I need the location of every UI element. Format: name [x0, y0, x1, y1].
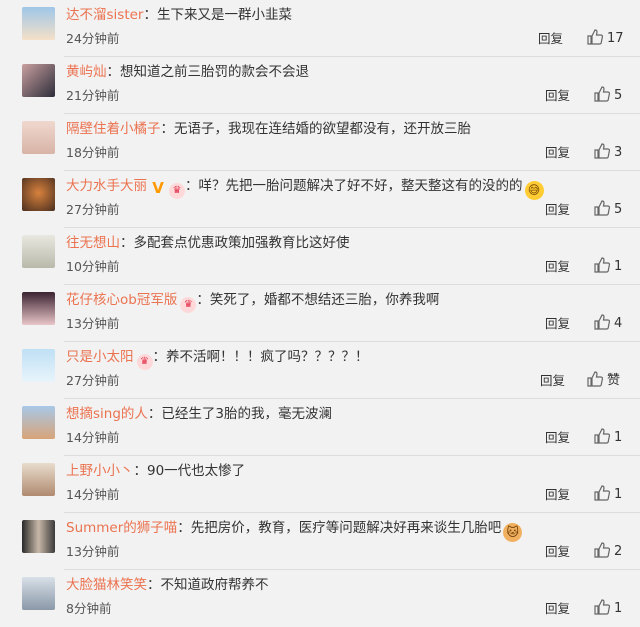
avatar[interactable]: [22, 64, 55, 97]
comment-item: 黄屿灿：想知道之前三胎罚的款会不会退 21分钟前 回复 5: [0, 57, 640, 114]
reply-button[interactable]: 回复: [545, 315, 570, 333]
thumbs-up-icon[interactable]: [586, 370, 604, 388]
timestamp: 13分钟前: [66, 544, 120, 559]
cat-emoji-icon: 🐱: [503, 523, 523, 542]
comment-text: ：无语子，我现在连结婚的欲望都没有，还开放三胎: [160, 121, 472, 137]
like-count: 1: [614, 487, 623, 502]
avatar[interactable]: [22, 349, 55, 382]
thumbs-up-icon[interactable]: [593, 85, 611, 103]
timestamp: 27分钟前: [66, 202, 120, 217]
username[interactable]: 大脸猫林笑笑: [66, 577, 147, 593]
avatar[interactable]: [22, 235, 55, 268]
comment-text: ：90一代也太惨了: [133, 463, 246, 479]
comment-text: ：先把房价，教育，医疗等问题解决好再来谈生几胎吧: [177, 520, 502, 536]
avatar[interactable]: [22, 7, 55, 40]
comment-item: 花仔核心ob冠军版 ♛ ：笑死了，婚都不想结还三胎，你养我啊 13分钟前 回复 4: [0, 285, 640, 342]
username[interactable]: 往无想山: [66, 235, 120, 251]
avatar[interactable]: [22, 292, 55, 325]
like-count: 5: [614, 88, 623, 103]
reply-button[interactable]: 回复: [545, 201, 570, 219]
avatar[interactable]: [22, 520, 55, 553]
username[interactable]: 上野小小丶: [66, 463, 134, 479]
like-count: 1: [614, 430, 623, 445]
username[interactable]: 花仔核心ob冠军版: [66, 292, 177, 308]
reply-button[interactable]: 回复: [545, 600, 570, 618]
username[interactable]: 达不溜sister: [66, 7, 143, 23]
reply-button[interactable]: 回复: [540, 372, 565, 390]
avatar[interactable]: [22, 463, 55, 496]
comment-item: 达不溜sister：生下来又是一群小韭菜 24分钟前 回复 17: [0, 0, 640, 57]
thumbs-up-icon[interactable]: [593, 427, 611, 445]
avatar[interactable]: [22, 121, 55, 154]
comment-text: ：想知道之前三胎罚的款会不会退: [106, 64, 310, 80]
avatar[interactable]: [22, 406, 55, 439]
comment-text: ：咩？先把一胎问题解决了好不好，整天整这有的没的的: [185, 178, 523, 194]
comment-item: 上野小小丶：90一代也太惨了 14分钟前 回复 1: [0, 456, 640, 513]
thumbs-up-icon[interactable]: [593, 199, 611, 217]
thumbs-up-icon[interactable]: [593, 484, 611, 502]
timestamp: 24分钟前: [66, 31, 120, 46]
reply-button[interactable]: 回复: [538, 30, 563, 48]
username[interactable]: 黄屿灿: [66, 64, 107, 80]
like-count: 1: [614, 601, 623, 616]
reply-button[interactable]: 回复: [545, 429, 570, 447]
like-count: 5: [614, 202, 623, 217]
reply-button[interactable]: 回复: [545, 144, 570, 162]
timestamp: 14分钟前: [66, 487, 120, 502]
timestamp: 14分钟前: [66, 430, 120, 445]
reply-button[interactable]: 回复: [545, 87, 570, 105]
timestamp: 18分钟前: [66, 145, 120, 160]
thumbs-up-icon[interactable]: [593, 313, 611, 331]
like-count: 3: [614, 145, 623, 160]
timestamp: 27分钟前: [66, 373, 120, 388]
comment-item: 大力水手大丽 V ♛ ：咩？先把一胎问题解决了好不好，整天整这有的没的的 😅 27分钟前…: [0, 171, 640, 228]
crown-badge-icon: ♛: [180, 297, 197, 313]
like-count: 赞: [607, 373, 621, 388]
username[interactable]: 隔壁住着小橘子: [66, 121, 161, 137]
comment-item: 隔壁住着小橘子：无语子，我现在连结婚的欲望都没有，还开放三胎 18分钟前 回复 …: [0, 114, 640, 171]
like-count: 17: [607, 31, 624, 46]
thumbs-up-icon[interactable]: [593, 541, 611, 559]
reply-button[interactable]: 回复: [545, 543, 570, 561]
comment-text: ：笑死了，婚都不想结还三胎，你养我啊: [196, 292, 440, 308]
thumbs-up-icon[interactable]: [593, 598, 611, 616]
comment-item: 想摘sing的人：已经生了3胎的我，毫无波澜 14分钟前 回复 1: [0, 399, 640, 456]
timestamp: 13分钟前: [66, 316, 120, 331]
avatar[interactable]: [22, 178, 55, 211]
comment-item: Summer的狮子喵：先把房价，教育，医疗等问题解决好再来谈生几胎吧 🐱 13分钟…: [0, 513, 640, 570]
reply-button[interactable]: 回复: [545, 258, 570, 276]
comment-text: ：生下来又是一群小韭菜: [143, 7, 292, 23]
thumbs-up-icon[interactable]: [593, 142, 611, 160]
comment-item: 只是小太阳 ♛ ：养不活啊！！！疯了吗？？？？！ 27分钟前 回复 赞: [0, 342, 640, 399]
reply-button[interactable]: 回复: [545, 486, 570, 504]
thumbs-up-icon[interactable]: [593, 256, 611, 274]
username[interactable]: 大力水手大丽: [66, 178, 147, 194]
username[interactable]: 想摘sing的人: [66, 406, 148, 422]
avatar[interactable]: [22, 577, 55, 610]
comment-text: ：已经生了3胎的我，毫无波澜: [147, 406, 333, 422]
like-count: 4: [614, 316, 623, 331]
timestamp: 10分钟前: [66, 259, 120, 274]
timestamp: 8分钟前: [66, 601, 112, 616]
username[interactable]: 只是小太阳: [66, 349, 134, 365]
verified-v-icon: V: [152, 179, 164, 197]
comment-text: ：不知道政府帮养不: [147, 577, 269, 593]
comment-text: ：多配套点优惠政策加强教育比这好使: [120, 235, 350, 251]
sweat-smile-emoji-icon: 😅: [524, 181, 544, 200]
comment-item: 大脸猫林笑笑：不知道政府帮养不 8分钟前 回复 1: [0, 570, 640, 627]
comment-list: 达不溜sister：生下来又是一群小韭菜 24分钟前 回复 17 黄屿灿：想知道…: [0, 0, 640, 625]
like-count: 1: [614, 259, 623, 274]
comment-item: 往无想山：多配套点优惠政策加强教育比这好使 10分钟前 回复 1: [0, 228, 640, 285]
like-count: 2: [614, 544, 623, 559]
comment-text: ：养不活啊！！！疯了吗？？？？！: [152, 349, 369, 365]
timestamp: 21分钟前: [66, 88, 120, 103]
crown-badge-icon: ♛: [136, 354, 153, 370]
thumbs-up-icon[interactable]: [586, 28, 604, 46]
crown-badge-icon: ♛: [169, 183, 185, 199]
username[interactable]: Summer的狮子喵: [66, 520, 177, 536]
